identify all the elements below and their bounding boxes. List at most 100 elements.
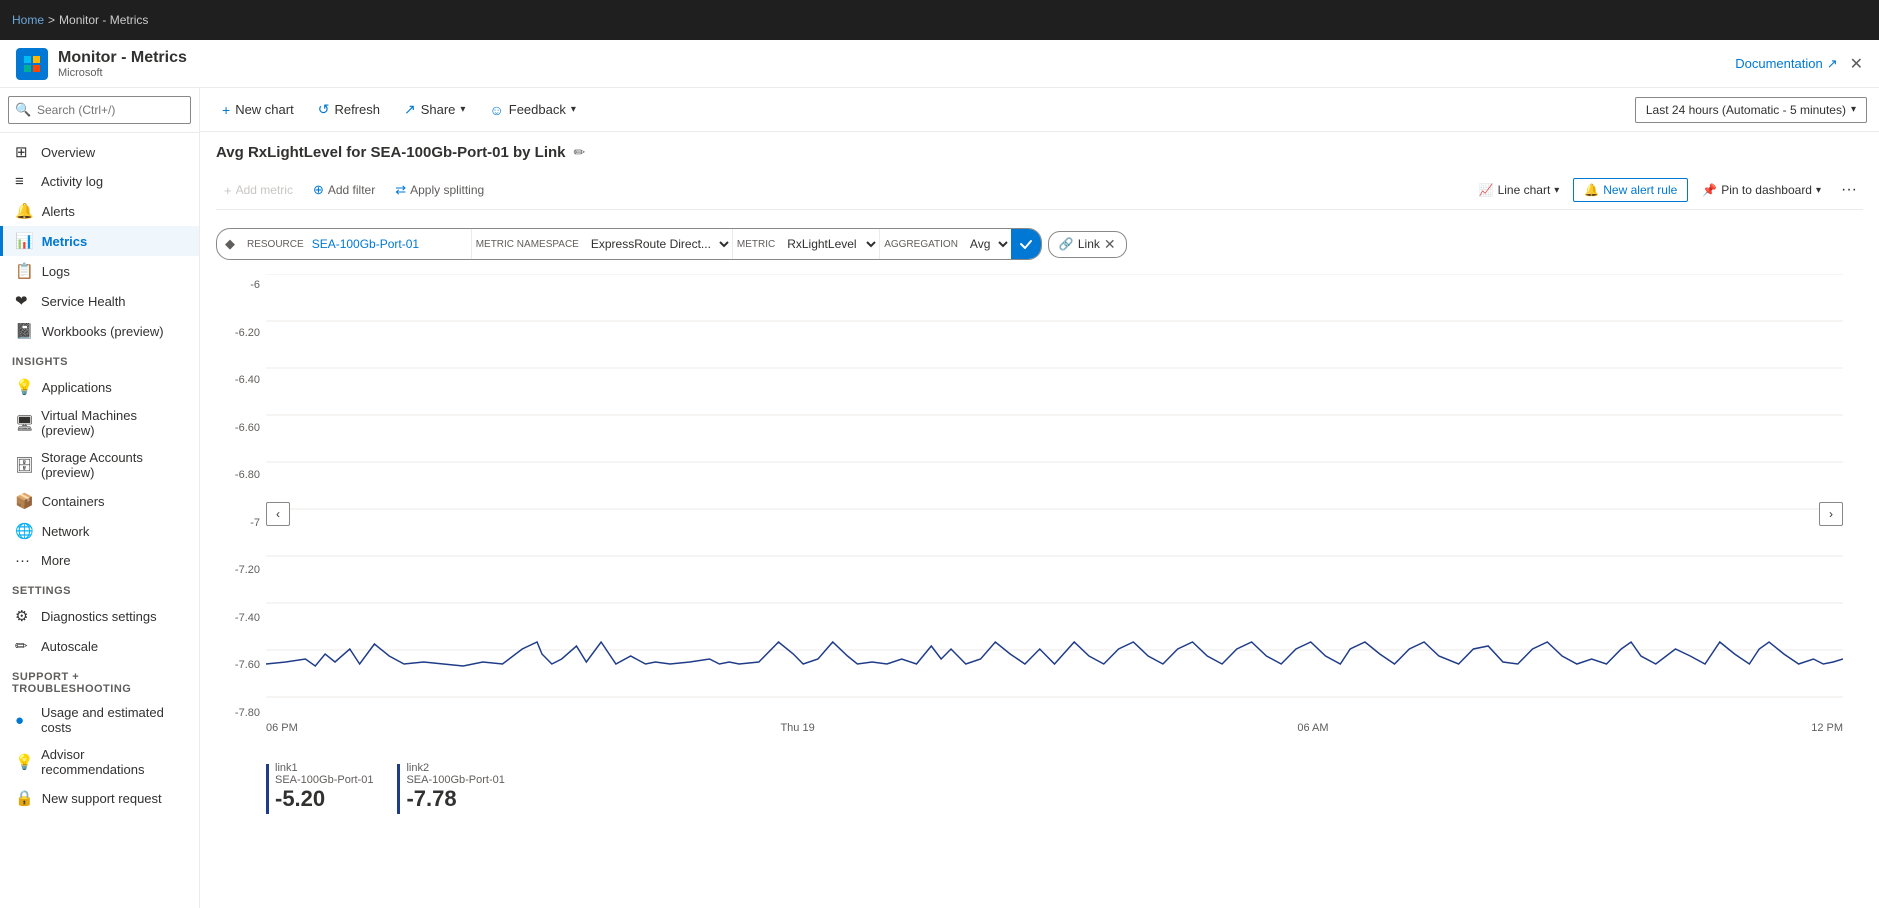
- y-label-8: -7.60: [235, 659, 260, 671]
- breadcrumb-home[interactable]: Home: [12, 13, 44, 27]
- share-icon: ↗: [404, 101, 416, 118]
- sidebar-item-workbooks[interactable]: 📓 Workbooks (preview): [0, 316, 199, 346]
- sidebar-item-support[interactable]: 🔒 New support request: [0, 783, 199, 813]
- y-label-5: -7: [250, 517, 260, 529]
- x-label-3: 12 PM: [1811, 722, 1843, 734]
- splitting-icon: ⇄: [395, 182, 406, 198]
- metric-namespace-select[interactable]: ExpressRoute Direct...: [583, 229, 732, 259]
- plus-icon: +: [222, 102, 230, 118]
- legend-color-1: [397, 764, 400, 814]
- add-metric-button[interactable]: + Add metric: [216, 179, 301, 202]
- chart-nav-left-button[interactable]: ‹: [266, 502, 290, 526]
- pin-icon: 📌: [1702, 183, 1717, 197]
- documentation-link[interactable]: Documentation ↗: [1735, 56, 1837, 72]
- metric-confirm-button[interactable]: [1011, 229, 1041, 259]
- time-range-button[interactable]: Last 24 hours (Automatic - 5 minutes) ▾: [1635, 97, 1867, 123]
- share-button[interactable]: ↗ Share ▾: [394, 96, 475, 123]
- breadcrumb-current: Monitor - Metrics: [59, 13, 148, 27]
- y-label-9: -7.80: [235, 707, 260, 719]
- feedback-button[interactable]: ☺ Feedback ▾: [479, 97, 585, 123]
- chart-type-dropdown[interactable]: 📈 Line chart ▾: [1471, 179, 1568, 201]
- sidebar-item-network[interactable]: 🌐 Network: [0, 516, 199, 546]
- pin-dashboard-button[interactable]: 📌 Pin to dashboard ▾: [1694, 179, 1829, 201]
- chart-title-row: Avg RxLightLevel for SEA-100Gb-Port-01 b…: [216, 144, 1863, 161]
- y-label-4: -6.80: [235, 469, 260, 481]
- sidebar-item-advisor[interactable]: 💡 Advisor recommendations: [0, 741, 199, 783]
- search-input[interactable]: [8, 96, 191, 124]
- chart-toolbar: + Add metric ⊕ Add filter ⇄ Apply splitt…: [216, 171, 1863, 210]
- sidebar-item-alerts[interactable]: 🔔 Alerts: [0, 196, 199, 226]
- metric-select[interactable]: RxLightLevel: [779, 229, 879, 259]
- applications-icon: 💡: [15, 378, 34, 396]
- legend-info-0: link1 SEA-100Gb-Port-01 -5.20: [275, 762, 373, 812]
- settings-section-label: Settings: [0, 575, 199, 601]
- top-bar: Home > Monitor - Metrics: [0, 0, 1879, 40]
- breadcrumb: Home > Monitor - Metrics: [12, 13, 148, 27]
- add-metric-icon: +: [224, 183, 232, 198]
- chart-container: -6 -6.20 -6.40 -6.60 -6.80 -7 -7.20 -7.4…: [216, 274, 1863, 754]
- feedback-icon: ☺: [489, 102, 503, 118]
- sidebar-item-containers[interactable]: 📦 Containers: [0, 486, 199, 516]
- metric-ns-group: METRIC NAMESPACE ExpressRoute Direct...: [472, 229, 732, 259]
- sidebar-item-logs[interactable]: 📋 Logs: [0, 256, 199, 286]
- overview-icon: ⊞: [15, 143, 33, 161]
- app-logo: [16, 48, 48, 80]
- new-alert-button[interactable]: 🔔 New alert rule: [1573, 178, 1688, 202]
- metric-group: METRIC RxLightLevel: [733, 229, 879, 259]
- more-options-button[interactable]: ···: [1835, 177, 1863, 203]
- sidebar-item-autoscale[interactable]: ✏ Autoscale: [0, 631, 199, 661]
- chart-nav-right-button[interactable]: ›: [1819, 502, 1843, 526]
- x-label-1: Thu 19: [780, 722, 814, 734]
- aggregation-select[interactable]: Avg: [962, 229, 1011, 259]
- y-axis: -6 -6.20 -6.40 -6.60 -6.80 -7 -7.20 -7.4…: [216, 274, 266, 724]
- more-icon: ···: [15, 552, 33, 569]
- advisor-icon: 💡: [15, 753, 33, 771]
- link-remove-icon[interactable]: ✕: [1104, 236, 1116, 253]
- app-header-right: Documentation ↗ ✕: [1735, 54, 1863, 74]
- apply-splitting-button[interactable]: ⇄ Apply splitting: [387, 178, 492, 202]
- metric-scope-icon: ◆: [217, 236, 243, 252]
- toolbar-right: Last 24 hours (Automatic - 5 minutes) ▾: [1635, 97, 1867, 123]
- chart-title: Avg RxLightLevel for SEA-100Gb-Port-01 b…: [216, 144, 566, 161]
- y-label-1: -6.20: [235, 327, 260, 339]
- sidebar-item-activitylog[interactable]: ≡ Activity log: [0, 167, 199, 196]
- app-subtitle: Microsoft: [58, 67, 187, 79]
- y-label-0: -6: [250, 279, 260, 291]
- new-chart-button[interactable]: + New chart: [212, 97, 304, 123]
- sidebar-item-applications[interactable]: 💡 Applications: [0, 372, 199, 402]
- main-content: + New chart ↺ Refresh ↗ Share ▾ ☺ Feedba…: [200, 88, 1879, 908]
- search-wrap: 🔍: [8, 96, 191, 124]
- sidebar-item-more[interactable]: ··· More: [0, 546, 199, 575]
- resource-input[interactable]: [308, 235, 471, 253]
- refresh-button[interactable]: ↺ Refresh: [308, 96, 390, 123]
- diagnostics-icon: ⚙: [15, 607, 33, 625]
- alerts-icon: 🔔: [15, 202, 34, 220]
- edit-title-icon[interactable]: ✏: [574, 144, 586, 161]
- workbooks-icon: 📓: [15, 322, 34, 340]
- activitylog-icon: ≡: [15, 173, 33, 190]
- link-filter-badge[interactable]: 🔗 Link ✕: [1048, 231, 1127, 258]
- link-icon: 🔗: [1059, 237, 1074, 251]
- metric-selector: ◆ RESOURCE METRIC NAMESPACE ExpressRoute…: [216, 220, 1863, 268]
- app-header: Monitor - Metrics Microsoft Documentatio…: [0, 40, 1879, 88]
- x-axis: 06 PM Thu 19 06 AM 12 PM: [266, 722, 1843, 734]
- legend-item-1: link2 SEA-100Gb-Port-01 -7.78: [397, 762, 504, 814]
- add-filter-icon: ⊕: [313, 182, 324, 198]
- chart-svg: [266, 274, 1843, 704]
- sidebar-item-diagnostics[interactable]: ⚙ Diagnostics settings: [0, 601, 199, 631]
- x-label-0: 06 PM: [266, 722, 298, 734]
- app-header-left: Monitor - Metrics Microsoft: [16, 48, 187, 80]
- close-button[interactable]: ✕: [1850, 54, 1863, 74]
- insights-section-label: Insights: [0, 346, 199, 372]
- sidebar-item-storage[interactable]: 🗄 Storage Accounts (preview): [0, 444, 199, 486]
- sidebar-item-usage[interactable]: ● Usage and estimated costs: [0, 699, 199, 741]
- legend-item-0: link1 SEA-100Gb-Port-01 -5.20: [266, 762, 373, 814]
- sidebar-item-servicehealth[interactable]: ❤ Service Health: [0, 286, 199, 316]
- chart-legend: link1 SEA-100Gb-Port-01 -5.20 link2 SEA-…: [216, 762, 1863, 814]
- sidebar-item-overview[interactable]: ⊞ Overview: [0, 137, 199, 167]
- chart-area: Avg RxLightLevel for SEA-100Gb-Port-01 b…: [200, 132, 1879, 908]
- sidebar-item-vms[interactable]: 🖥 Virtual Machines (preview): [0, 402, 199, 444]
- add-filter-button[interactable]: ⊕ Add filter: [305, 178, 383, 202]
- sidebar-item-metrics[interactable]: 📊 Metrics: [0, 226, 199, 256]
- legend-info-1: link2 SEA-100Gb-Port-01 -7.78: [406, 762, 504, 812]
